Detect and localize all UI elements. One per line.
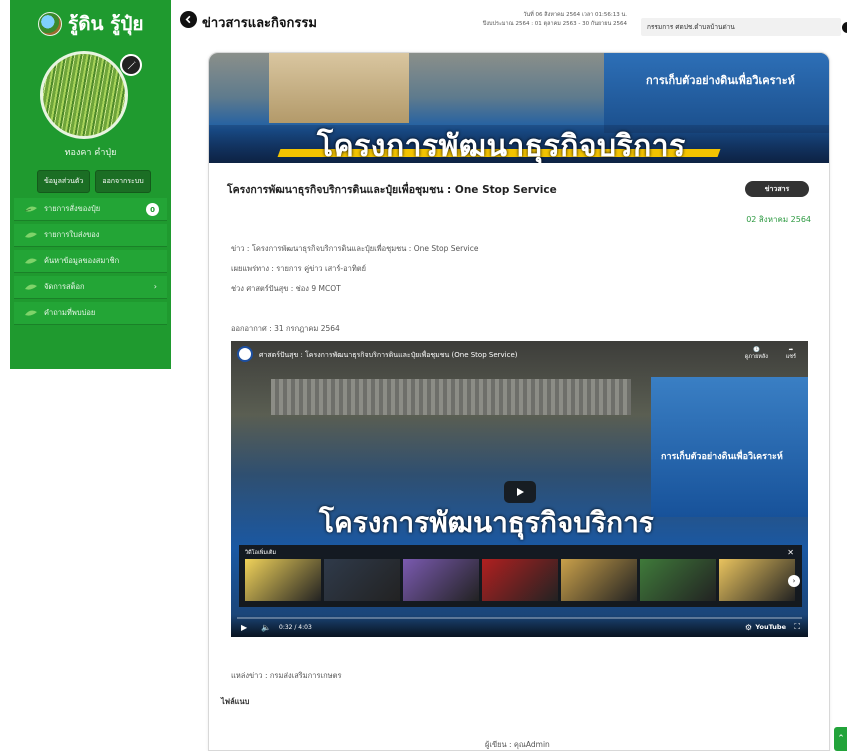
- user-name: ทองคา คำปุ่ย: [64, 148, 117, 158]
- leaf-icon: [25, 232, 37, 238]
- video-progress-bar[interactable]: [237, 617, 802, 619]
- date-info: วันที่ 06 สิงหาคม 2564 เวลา 01:56:13 น. …: [483, 11, 627, 29]
- sidebar-item-fertilizer-orders[interactable]: รายการสั่งของปุ๋ย 0: [14, 198, 167, 221]
- related-videos-panel: วิดีโอเพิ่มเติม ✕ ›: [239, 545, 802, 607]
- sidebar-item-member-search[interactable]: ค้นหาข้อมูลของสมาชิก: [14, 250, 167, 273]
- news-tag-badge[interactable]: ข่าวสาร: [745, 181, 809, 197]
- sidebar-menu: รายการสั่งของปุ๋ย 0 รายการใบส่งของ ค้นหา…: [10, 198, 171, 328]
- video-time: 0:32 / 4:03: [279, 624, 312, 631]
- share-label: แชร์: [785, 354, 796, 360]
- order-count-badge: 0: [146, 203, 159, 216]
- article-title: โครงการพัฒนาธุรกิจบริการดินและปุ๋ยเพื่อช…: [227, 184, 557, 196]
- related-thumbnails: [245, 559, 795, 601]
- avatar: [40, 51, 128, 139]
- page-title: ข่าวสารและกิจกรรม: [202, 16, 317, 31]
- watch-later-button[interactable]: 🕓 ดูภายหลัง: [745, 347, 768, 361]
- video-roof: [271, 379, 631, 415]
- attachments-heading: ไฟล์แนบ: [221, 697, 250, 706]
- aired-date: ออกอากาศ : 31 กรกฎาคม 2564: [231, 324, 340, 333]
- related-videos-label: วิดีโอเพิ่มเติม: [245, 550, 277, 556]
- article-author: ผู้เขียน : คุณAdmin: [485, 740, 550, 749]
- current-datetime: วันที่ 06 สิงหาคม 2564 เวลา 01:56:13 น.: [523, 12, 627, 18]
- play-icon[interactable]: ▶: [241, 623, 247, 632]
- video-sign-text: การเก็บตัวอย่างดินเพื่อวิเคราะห์: [661, 452, 783, 462]
- sidebar-item-label: รายการใบส่งของ: [44, 230, 100, 239]
- brand-name: รู้ดิน รู้ปุ๋ย: [68, 13, 144, 35]
- related-video-thumbnail[interactable]: [403, 559, 479, 601]
- back-button[interactable]: [180, 11, 197, 28]
- news-card: การเก็บตัวอย่างดินเพื่อวิเคราะห์ โครงการ…: [208, 52, 830, 751]
- chevron-right-icon: ›: [153, 282, 157, 291]
- sidebar-item-label: ค้นหาข้อมูลของสมาชิก: [44, 256, 120, 265]
- leaf-icon: [25, 284, 37, 290]
- article-line: ช่วง ศาสตร์ปันสุข : ช่อง 9 MCOT: [231, 284, 341, 293]
- leaf-icon: [25, 310, 37, 316]
- sidebar-item-faq[interactable]: คำถามที่พบบ่อย: [14, 302, 167, 325]
- article-header: โครงการพัฒนาธุรกิจบริการดินและปุ๋ยเพื่อช…: [209, 163, 829, 203]
- edit-avatar-button[interactable]: [120, 54, 142, 76]
- article-line: เผยแพร่ทาง : รายการ คู่ข่าว เสาร์-อาทิตย…: [231, 264, 367, 273]
- related-video-thumbnail[interactable]: [482, 559, 558, 601]
- volume-icon[interactable]: 🔈: [261, 623, 271, 632]
- related-video-thumbnail[interactable]: [640, 559, 716, 601]
- user-actions: ข้อมูลส่วนตัว ออกจากระบบ: [37, 170, 151, 193]
- sidebar-item-delivery-notes[interactable]: รายการใบส่งของ: [14, 224, 167, 247]
- article-line: ข่าว : โครงการพัฒนาธุรกิจบริการดินและปุ๋…: [231, 244, 479, 253]
- related-video-thumbnail[interactable]: [719, 559, 795, 601]
- department-selector[interactable]: กรรมการ ศดปช.ตำบลบ้านด่าน: [641, 18, 841, 36]
- chevron-left-icon: [185, 15, 191, 24]
- scroll-top-button[interactable]: ⌃: [834, 727, 847, 751]
- related-video-thumbnail[interactable]: [324, 559, 400, 601]
- sidebar-item-label: รายการสั่งของปุ๋ย: [44, 204, 101, 213]
- close-icon[interactable]: ✕: [787, 548, 794, 557]
- video-overlay-title: โครงการพัฒนาธุรกิจบริการ: [319, 506, 654, 539]
- banner-sign-text: การเก็บตัวอย่างดินเพื่อวิเคราะห์: [646, 74, 795, 87]
- banner-sign-left: [269, 53, 409, 123]
- fullscreen-icon[interactable]: ⛶: [794, 622, 800, 632]
- pencil-icon: [127, 60, 136, 69]
- leaf-icon: [24, 206, 37, 212]
- fiscal-year: ปีงบประมาณ 2564 : 01 ตุลาคม 2563 - 30 กั…: [482, 21, 627, 27]
- page-header: ข่าวสารและกิจกรรม วันที่ 06 สิงหาคม 2564…: [180, 8, 847, 38]
- video-title[interactable]: ศาสตร์ปันสุข : โครงการพัฒนาธุรกิจบริการด…: [259, 350, 517, 361]
- embedded-video-player[interactable]: การเก็บตัวอย่างดินเพื่อวิเคราะห์ โครงการ…: [231, 341, 808, 637]
- news-banner-image: การเก็บตัวอย่างดินเพื่อวิเคราะห์ โครงการ…: [209, 53, 829, 163]
- watch-later-label: ดูภายหลัง: [744, 354, 768, 360]
- sidebar-item-stock[interactable]: จัดการสต็อก ›: [14, 276, 167, 299]
- news-source: แหล่งข่าว : กรมส่งเสริมการเกษตร: [231, 671, 342, 680]
- logout-button[interactable]: ออกจากระบบ: [95, 170, 151, 193]
- related-video-thumbnail[interactable]: [561, 559, 637, 601]
- sidebar-item-label: จัดการสต็อก: [44, 282, 85, 291]
- banner-sign-right: [604, 53, 829, 133]
- brand[interactable]: รู้ดิน รู้ปุ๋ย: [10, 0, 171, 38]
- play-icon: [517, 488, 524, 496]
- sidebar: รู้ดิน รู้ปุ๋ย ทองคา คำปุ่ย ข้อมูลส่วนตั…: [10, 0, 171, 369]
- gear-icon[interactable]: ⚙: [745, 623, 752, 632]
- share-button[interactable]: ➦ แชร์: [786, 347, 796, 361]
- sidebar-item-label: คำถามที่พบบ่อย: [44, 308, 96, 317]
- youtube-logo[interactable]: YouTube: [755, 623, 786, 631]
- next-arrow-icon[interactable]: ›: [788, 575, 800, 587]
- banner-title: โครงการพัฒนาธุรกิจบริการ: [317, 129, 686, 163]
- video-sign: [651, 377, 808, 517]
- play-button[interactable]: [504, 481, 536, 503]
- related-video-thumbnail[interactable]: [245, 559, 321, 601]
- channel-logo-icon[interactable]: [237, 346, 253, 362]
- globe-logo-icon: [38, 12, 62, 36]
- avatar-container: [40, 51, 142, 139]
- menu-toggle[interactable]: [842, 22, 847, 33]
- article-date: 02 สิงหาคม 2564: [746, 215, 811, 224]
- leaf-icon: [25, 258, 37, 264]
- profile-button[interactable]: ข้อมูลส่วนตัว: [37, 170, 91, 193]
